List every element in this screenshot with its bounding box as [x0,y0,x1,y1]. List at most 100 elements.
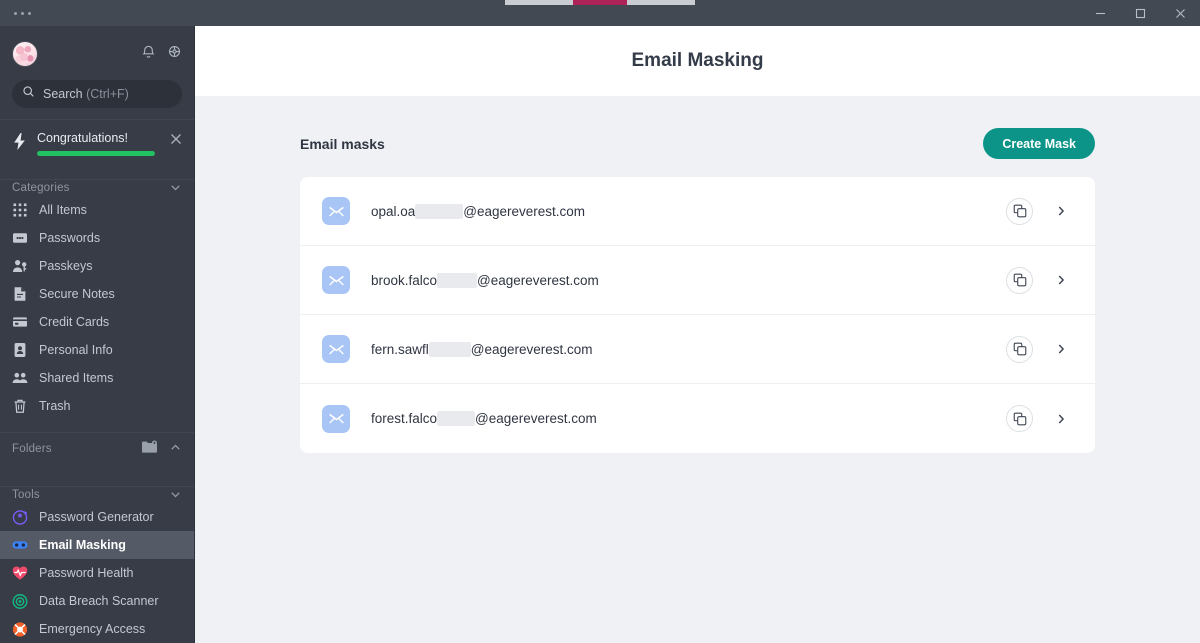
close-icon[interactable] [170,132,182,150]
tab-inactive-right[interactable] [627,0,695,5]
copy-icon[interactable] [1006,405,1033,432]
envelope-icon [322,335,350,363]
create-mask-button[interactable]: Create Mask [983,128,1095,159]
email-prefix: opal.oa [371,204,415,219]
sidebar-item-password-health[interactable]: Password Health [0,559,194,587]
chevron-down-icon[interactable] [169,488,182,501]
main-header: Email Masking [195,26,1200,96]
tab-inactive-left[interactable] [505,0,573,5]
sidebar-item-label: Passwords [39,231,100,245]
window-menu-button[interactable] [14,12,31,15]
sidebar-item-secure-notes[interactable]: Secure Notes [0,280,194,308]
chevron-right-icon[interactable] [1055,274,1067,286]
categories-section-header[interactable]: Categories [0,179,194,196]
sidebar-item-all-items[interactable]: All Items [0,196,194,224]
sidebar-item-label: Trash [39,399,71,413]
close-button[interactable] [1160,0,1200,26]
page-title: Email Masking [632,50,764,72]
window-titlebar [0,0,1200,26]
browser-tabstrip[interactable] [505,0,695,5]
sidebar-item-label: Passkeys [39,259,93,273]
progress-fill [37,151,155,156]
search-input[interactable]: Search (Ctrl+F) [12,80,182,108]
gear-icon[interactable] [167,44,182,64]
personal-info-icon [12,342,28,358]
maximize-button[interactable] [1120,0,1160,26]
dot [21,12,24,15]
chevron-up-icon[interactable] [169,441,182,457]
categories-list: All Items Passwords Passkeys Secure Notes Cr… [0,196,194,420]
promo-content: Congratulations! [37,131,160,156]
sidebar-item-passkeys[interactable]: Passkeys [0,252,194,280]
sidebar-item-data-breach-scanner[interactable]: Data Breach Scanner [0,587,194,615]
email-mask-row[interactable]: forest.falco@eagereverest.com [300,384,1095,453]
chevron-right-icon[interactable] [1055,343,1067,355]
list-title: Email masks [300,136,385,152]
chevron-right-icon[interactable] [1055,205,1067,217]
avatar[interactable] [12,41,38,67]
main-area: Email Masking Email masks Create Mask op… [195,26,1200,643]
envelope-icon [322,266,350,294]
tab-active[interactable] [573,0,627,5]
email-address: opal.oa @eagereverest.com [371,204,585,219]
redacted-block [415,204,463,219]
redacted-block [429,342,471,357]
sidebar-item-label: Password Generator [39,510,154,524]
app-window: Search (Ctrl+F) Congratulations! [0,0,1200,643]
minimize-button[interactable] [1080,0,1120,26]
note-icon [12,286,28,302]
email-mask-row[interactable]: fern.sawfl@eagereverest.com [300,315,1095,384]
dot [14,12,17,15]
email-mask-row[interactable]: opal.oa @eagereverest.com [300,177,1095,246]
password-icon [12,230,28,246]
sidebar-item-personal-info[interactable]: Personal Info [0,336,194,364]
sidebar-item-passwords[interactable]: Passwords [0,224,194,252]
sidebar-item-label: Secure Notes [39,287,115,301]
sidebar-item-label: Password Health [39,566,134,580]
chevron-down-icon[interactable] [169,181,182,194]
email-prefix: forest.falco [371,411,437,426]
sidebar-item-email-masking[interactable]: Email Masking [0,531,194,559]
email-prefix: brook.falco [371,273,437,288]
tools-section-header[interactable]: Tools [0,486,194,503]
copy-icon[interactable] [1006,267,1033,294]
email-mask-row[interactable]: brook.falco@eagereverest.com [300,246,1095,315]
copy-icon[interactable] [1006,198,1033,225]
credit-card-icon [12,314,28,330]
email-domain: @eagereverest.com [463,204,585,219]
list-toolbar: Email masks Create Mask [300,128,1095,159]
promo-banner: Congratulations! [0,120,194,168]
sidebar-item-trash[interactable]: Trash [0,392,194,420]
envelope-icon [322,405,350,433]
email-address: forest.falco@eagereverest.com [371,411,597,426]
password-generator-icon [12,509,28,525]
folders-section: Folders [0,433,194,475]
progress-bar [37,151,155,156]
tools-list: Password Generator Email Masking Password … [0,503,194,643]
search-icon [22,85,35,103]
sidebar-item-label: Personal Info [39,343,113,357]
window-controls [1080,0,1200,26]
sidebar-account-row [12,36,182,72]
row-actions [1006,198,1067,225]
sidebar: Search (Ctrl+F) Congratulations! [0,26,195,643]
sidebar-item-password-generator[interactable]: Password Generator [0,503,194,531]
email-mask-icon [12,537,28,553]
folders-section-header[interactable]: Folders [0,433,194,465]
add-folder-icon[interactable] [142,440,157,457]
sidebar-item-shared-items[interactable]: Shared Items [0,364,194,392]
chevron-right-icon[interactable] [1055,413,1067,425]
sidebar-item-label: Shared Items [39,371,113,385]
redacted-block [437,411,475,426]
search-label: Search (Ctrl+F) [43,87,129,101]
sidebar-item-emergency-access[interactable]: Emergency Access [0,615,194,643]
shared-items-icon [12,370,28,386]
bell-icon[interactable] [141,44,156,64]
dot [28,12,31,15]
promo-title: Congratulations! [37,131,160,145]
main-content: Email masks Create Mask opal.oa @eagereve… [195,96,1200,643]
email-prefix: fern.sawfl [371,342,429,357]
sidebar-item-credit-cards[interactable]: Credit Cards [0,308,194,336]
sidebar-item-label: All Items [39,203,87,217]
copy-icon[interactable] [1006,336,1033,363]
